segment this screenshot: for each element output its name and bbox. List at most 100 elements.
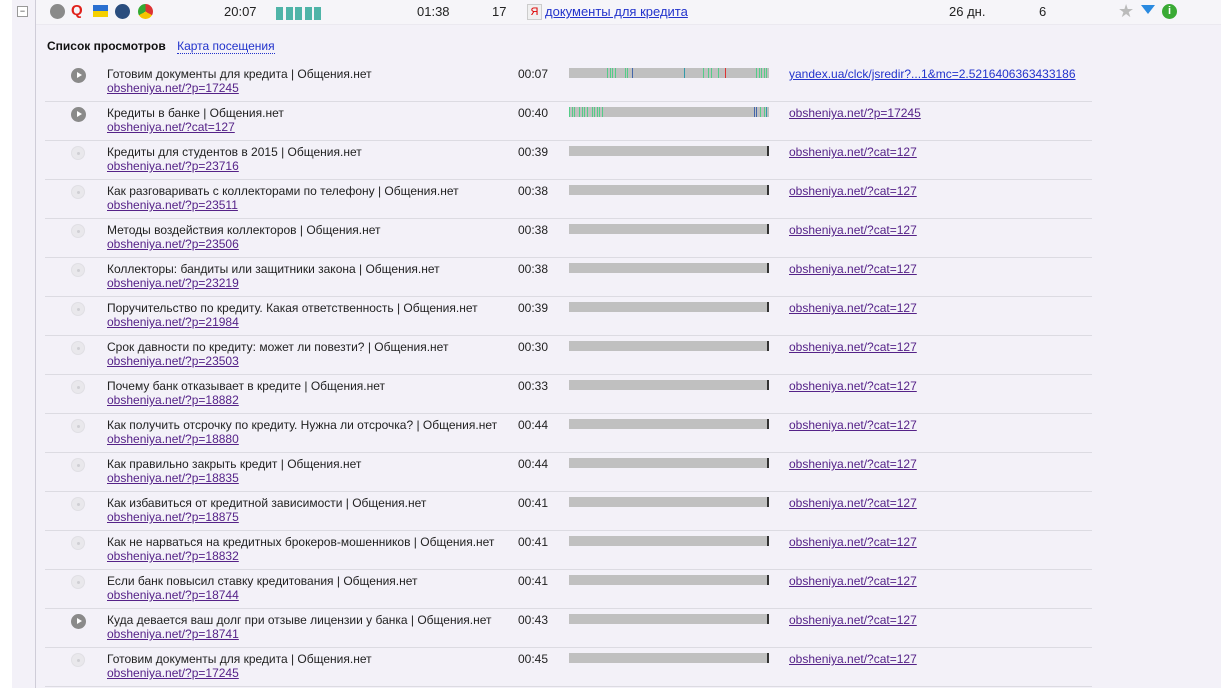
activity-stripe (569, 107, 570, 117)
play-icon[interactable] (71, 107, 86, 122)
page-url-link[interactable]: obsheniya.net/?p=18835 (107, 471, 239, 485)
referrer-link[interactable]: obsheniya.net/?cat=127 (789, 184, 917, 198)
play-icon[interactable] (50, 4, 65, 19)
activity-stripe (756, 107, 758, 117)
activity-timeline (569, 614, 769, 624)
collapse-toggle[interactable]: − (17, 6, 28, 17)
activity-stripe (718, 68, 720, 78)
view-duration: 00:41 (518, 496, 549, 510)
page-title: Как разговаривать с коллекторами по теле… (107, 184, 459, 198)
timeline-end-marker (767, 302, 769, 312)
not-played-icon (71, 536, 85, 550)
referrer-link[interactable]: obsheniya.net/?cat=127 (789, 145, 917, 159)
visit-row[interactable]: Q 20:07 01:38 17 Я документы для кредита… (36, 0, 1221, 25)
page-title: Как избавиться от кредитной зависимости … (107, 496, 427, 510)
activity-stripe (571, 107, 573, 117)
referrer-link[interactable]: obsheniya.net/?cat=127 (789, 652, 917, 666)
view-duration: 00:39 (518, 301, 549, 315)
activity-stripe (632, 68, 634, 78)
page-url-link[interactable]: obsheniya.net/?p=18832 (107, 549, 239, 563)
timeline-end-marker (767, 146, 769, 156)
view-duration: 00:44 (518, 457, 549, 471)
view-count: 17 (492, 4, 507, 19)
referrer-link[interactable]: obsheniya.net/?cat=127 (789, 379, 917, 393)
page-url-link[interactable]: obsheniya.net/?p=23506 (107, 237, 239, 251)
page-url-link[interactable]: obsheniya.net/?p=18882 (107, 393, 239, 407)
activity-timeline (569, 68, 769, 78)
page-url-link[interactable]: obsheniya.net/?p=21984 (107, 315, 239, 329)
activity-bar (304, 7, 312, 20)
search-engine-icon: Q (71, 2, 83, 19)
timeline-end-marker (767, 380, 769, 390)
activity-timeline (569, 575, 769, 585)
activity-timeline (569, 341, 769, 351)
play-icon[interactable] (71, 68, 86, 83)
timeline-end-marker (767, 419, 769, 429)
visit-count: 6 (1039, 4, 1047, 19)
page-url-link[interactable]: obsheniya.net/?p=23503 (107, 354, 239, 368)
not-played-icon (71, 458, 85, 472)
page-url-link[interactable]: obsheniya.net/?p=23219 (107, 276, 239, 290)
left-strip (0, 0, 12, 688)
referrer-link[interactable]: obsheniya.net/?cat=127 (789, 301, 917, 315)
favorite-star-icon[interactable]: ★ (1118, 1, 1134, 22)
page-title: Методы воздействия коллекторов | Общения… (107, 223, 381, 237)
timeline-end-marker (767, 185, 769, 195)
referrer-link[interactable]: obsheniya.net/?cat=127 (789, 262, 917, 276)
tab-view-list[interactable]: Список просмотров (47, 39, 166, 53)
view-duration: 00:45 (518, 652, 549, 666)
search-phrase-link[interactable]: документы для кредита (545, 4, 688, 19)
info-icon[interactable]: i (1162, 4, 1177, 19)
tab-visit-map[interactable]: Карта посещения (177, 39, 275, 54)
filter-icon[interactable] (1141, 5, 1155, 14)
not-played-icon (71, 185, 85, 199)
page-title: Кредиты для студентов в 2015 | Общения.н… (107, 145, 362, 159)
view-duration: 00:40 (518, 106, 549, 120)
referrer-link[interactable]: obsheniya.net/?cat=127 (789, 574, 917, 588)
activity-stripe (756, 68, 758, 78)
windows-7-icon (115, 4, 130, 19)
timeline-end-marker (767, 575, 769, 585)
referrer-link[interactable]: obsheniya.net/?cat=127 (789, 223, 917, 237)
page-title: Куда девается ваш долг при отзыве лиценз… (107, 613, 492, 627)
page-title: Готовим документы для кредита | Общения.… (107, 67, 372, 81)
timeline-end-marker (767, 653, 769, 663)
activity-stripe (703, 68, 705, 78)
list-item: Как избавиться от кредитной зависимости … (45, 491, 1092, 531)
list-item: Как разговаривать с коллекторами по теле… (45, 179, 1092, 219)
view-duration: 00:33 (518, 379, 549, 393)
play-icon[interactable] (71, 614, 86, 629)
referrer-link[interactable]: obsheniya.net/?cat=127 (789, 496, 917, 510)
timeline-end-marker (767, 263, 769, 273)
referrer-link[interactable]: obsheniya.net/?cat=127 (789, 418, 917, 432)
not-played-icon (71, 380, 85, 394)
page-url-link[interactable]: obsheniya.net/?p=18875 (107, 510, 239, 524)
list-item: Куда девается ваш долг при отзыве лиценз… (45, 608, 1092, 648)
activity-stripe (763, 107, 765, 117)
page-title: Как не нарваться на кредитных брокеров-м… (107, 535, 495, 549)
page-url-link[interactable]: obsheniya.net/?p=17245 (107, 666, 239, 680)
page-url-link[interactable]: obsheniya.net/?p=23716 (107, 159, 239, 173)
not-played-icon (71, 224, 85, 238)
referrer-link[interactable]: yandex.ua/clck/jsredir?...1&mc=2.5216406… (789, 67, 1076, 81)
referrer-link[interactable]: obsheniya.net/?cat=127 (789, 340, 917, 354)
referrer-link[interactable]: obsheniya.net/?cat=127 (789, 535, 917, 549)
page-title: Почему банк отказывает в кредите | Общен… (107, 379, 386, 393)
page-url-link[interactable]: obsheniya.net/?p=18880 (107, 432, 239, 446)
list-item: Кредиты для студентов в 2015 | Общения.н… (45, 140, 1092, 180)
referrer-link[interactable]: obsheniya.net/?cat=127 (789, 457, 917, 471)
referrer-link[interactable]: obsheniya.net/?p=17245 (789, 106, 921, 120)
view-duration: 00:30 (518, 340, 549, 354)
activity-stripe (579, 107, 581, 117)
visitor-age: 26 дн. (949, 4, 986, 19)
page-url-link[interactable]: obsheniya.net/?p=23511 (107, 198, 238, 212)
not-played-icon (71, 653, 85, 667)
page-url-link[interactable]: obsheniya.net/?p=18741 (107, 627, 239, 641)
referrer-link[interactable]: obsheniya.net/?cat=127 (789, 613, 917, 627)
not-played-icon (71, 341, 85, 355)
page-url-link[interactable]: obsheniya.net/?p=18744 (107, 588, 239, 602)
activity-stripe (614, 68, 616, 78)
page-url-link[interactable]: obsheniya.net/?cat=127 (107, 120, 235, 134)
activity-stripe (761, 68, 763, 78)
page-url-link[interactable]: obsheniya.net/?p=17245 (107, 81, 239, 95)
